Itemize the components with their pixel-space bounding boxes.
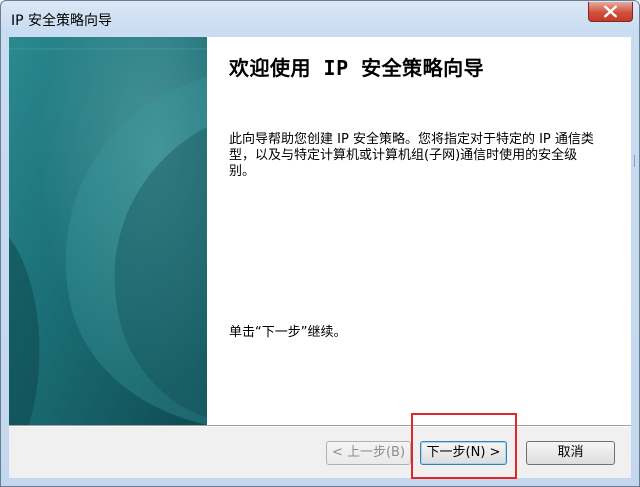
wizard-description: 此向导帮助您创建 IP 安全策略。您将指定对于特定的 IP 通信类型，以及与特定…: [229, 132, 594, 179]
wizard-client-area: 欢迎使用 IP 安全策略向导 此向导帮助您创建 IP 安全策略。您将指定对于特定…: [9, 37, 631, 478]
window-title: IP 安全策略向导: [11, 13, 113, 29]
close-icon: [604, 5, 617, 18]
annotation-highlight-box: [411, 413, 517, 479]
back-button[interactable]: < 上一步(B): [326, 441, 411, 465]
side-panel-graphic: [9, 37, 207, 425]
wizard-side-panel: [9, 37, 207, 425]
title-bar[interactable]: IP 安全策略向导: [1, 1, 639, 35]
wizard-content: 欢迎使用 IP 安全策略向导 此向导帮助您创建 IP 安全策略。您将指定对于特定…: [207, 37, 631, 425]
button-divider: [9, 425, 631, 427]
cancel-button[interactable]: 取消: [526, 441, 615, 465]
resize-grip[interactable]: [634, 155, 639, 167]
close-button[interactable]: [588, 2, 633, 22]
wizard-window: IP 安全策略向导 欢迎使用 IP 安全策略向导 此向导帮助您创建 IP 安全策…: [0, 0, 640, 487]
continue-instruction: 单击“下一步”继续。: [229, 325, 347, 340]
page-title: 欢迎使用 IP 安全策略向导: [229, 56, 485, 80]
